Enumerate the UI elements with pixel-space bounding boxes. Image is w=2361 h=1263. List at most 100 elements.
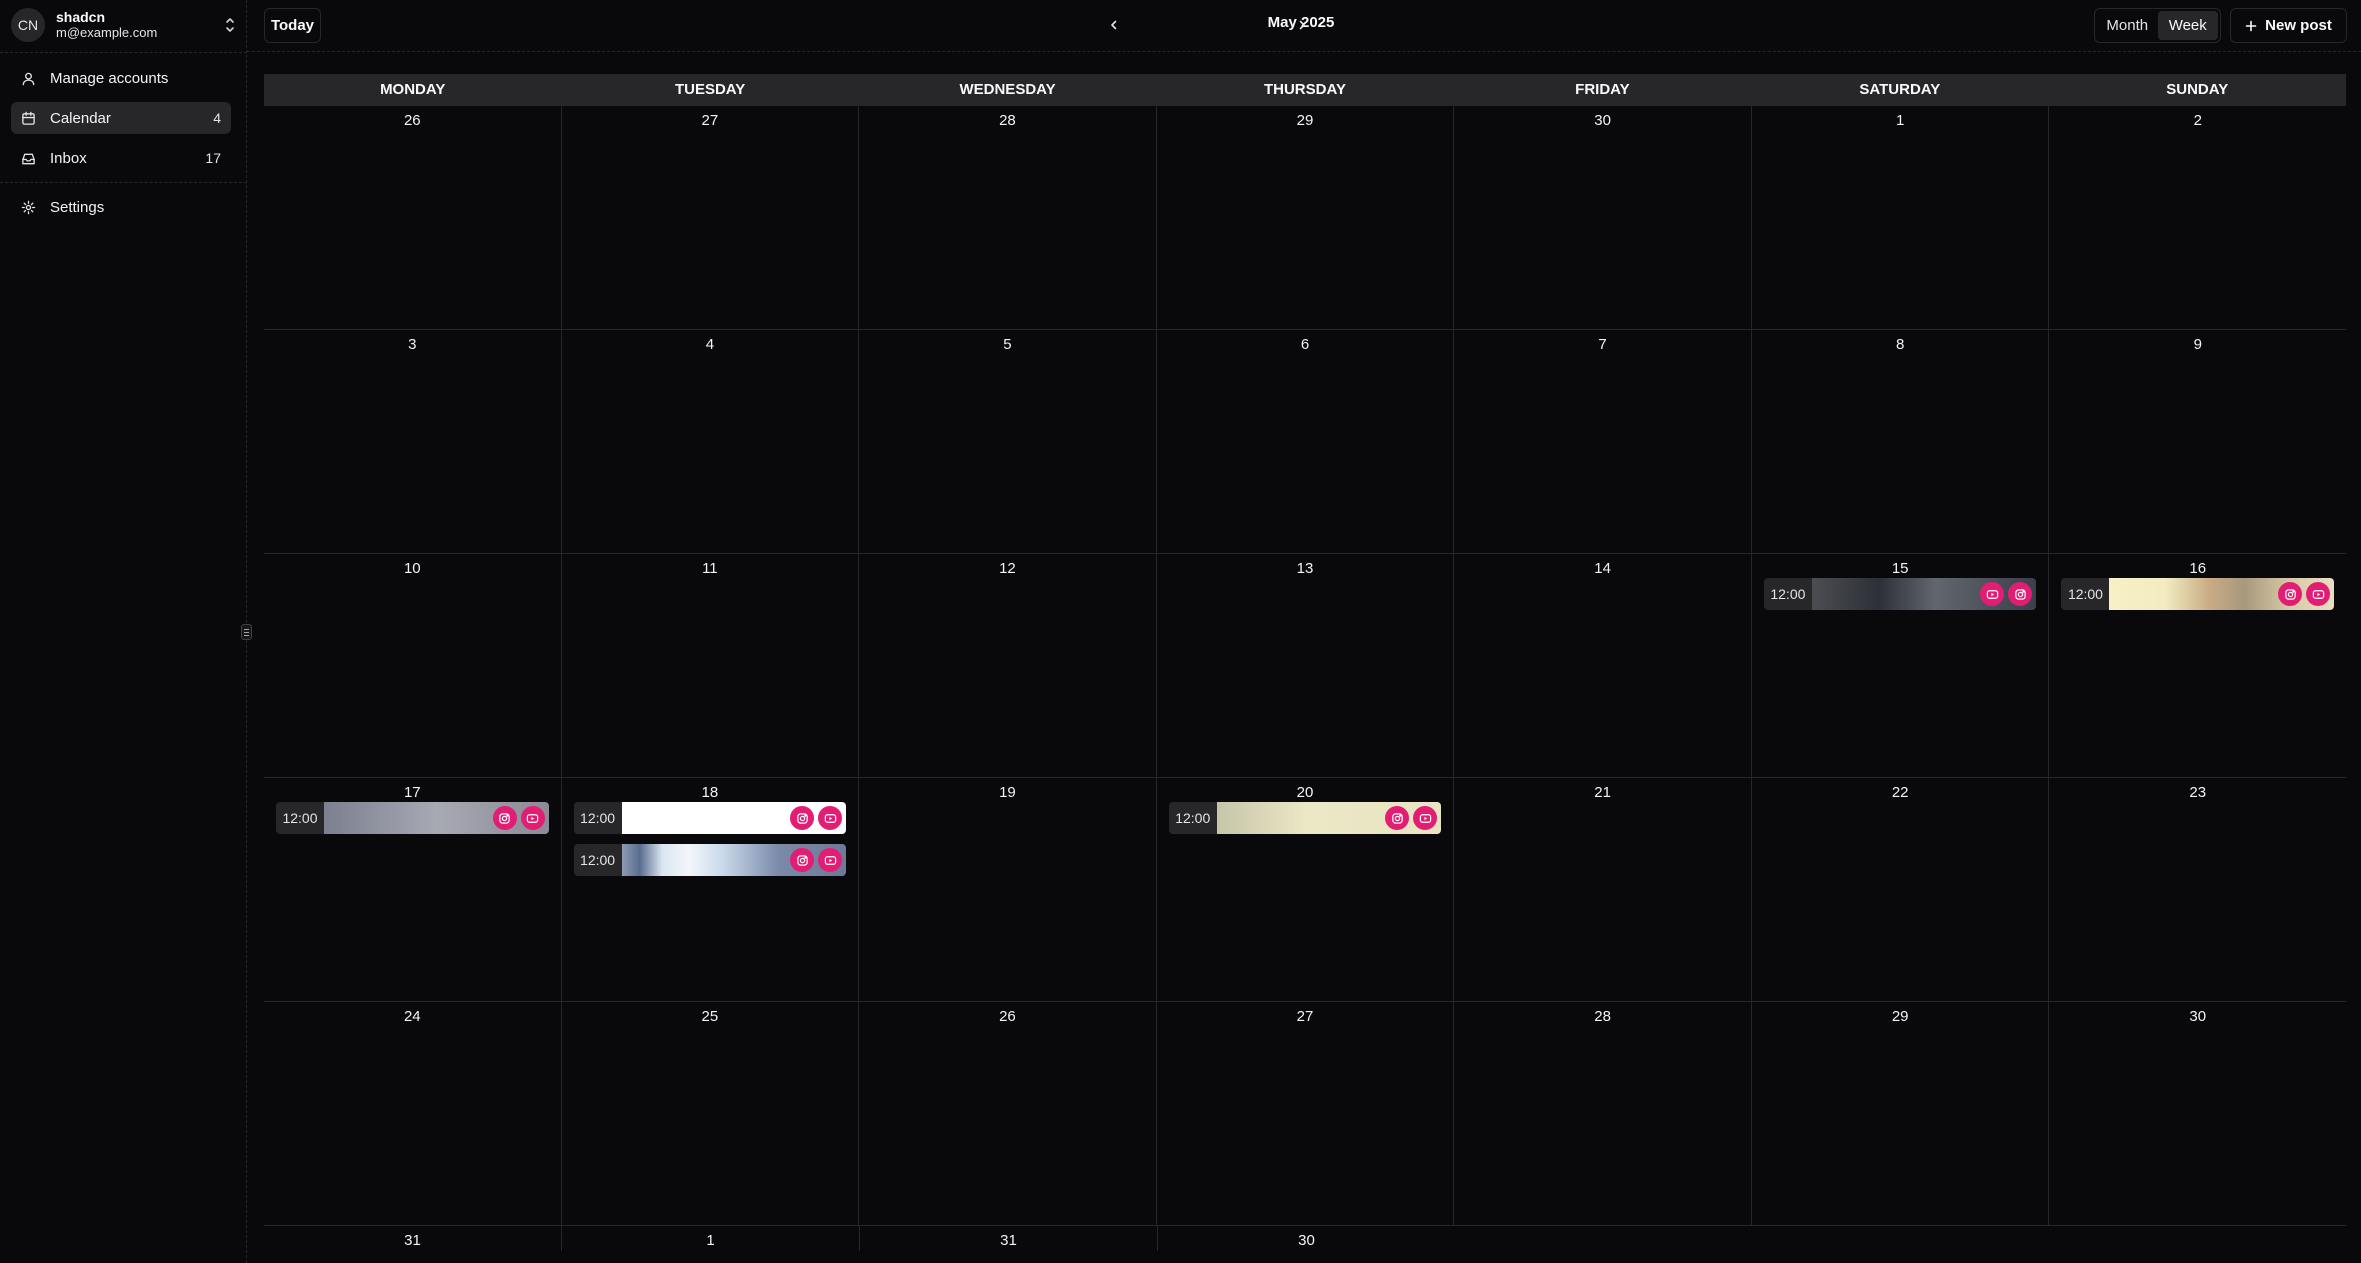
day-number: 20 xyxy=(1296,784,1314,801)
day-cell[interactable]: 14 xyxy=(1453,554,1751,777)
day-cell[interactable]: 19 xyxy=(858,778,1156,1001)
user-icon xyxy=(22,72,35,85)
today-button[interactable]: Today xyxy=(264,8,321,43)
day-cell[interactable]: 23 xyxy=(2048,778,2346,1001)
post-thumbnail xyxy=(1216,802,1442,834)
next-month-button[interactable] xyxy=(1292,14,1312,36)
day-cell[interactable]: 31 xyxy=(264,1226,561,1251)
day-number: 11 xyxy=(702,560,718,577)
day-cell[interactable]: 1 xyxy=(1750,106,2049,329)
day-number: 7 xyxy=(1598,336,1607,353)
weekday-label: TUESDAY xyxy=(674,81,746,98)
day-cell[interactable]: 26 xyxy=(858,1002,1156,1225)
sidebar-item-settings[interactable]: Settings xyxy=(11,191,231,223)
account-switcher[interactable]: CN shadcn m@example.com xyxy=(11,8,237,42)
day-cell[interactable]: 29 xyxy=(1155,106,1454,329)
day-cell[interactable]: 26 xyxy=(264,106,561,329)
day-cell[interactable]: 10 xyxy=(264,554,561,777)
day-number: 27 xyxy=(701,112,719,129)
sidebar-item-manage-accounts[interactable]: Manage accounts xyxy=(11,62,231,94)
view-week-option[interactable]: Week xyxy=(2157,11,2218,40)
youtube-icon xyxy=(1980,582,2005,606)
day-cell[interactable]: 2 xyxy=(2048,106,2346,329)
day-cell[interactable]: 22 xyxy=(1750,778,2049,1001)
calendar-week: 31 1 31 30 xyxy=(264,1225,2346,1251)
scheduled-post[interactable]: 12:00 xyxy=(2061,578,2335,610)
day-cell[interactable]: 30 xyxy=(1453,106,1751,329)
day-cell[interactable]: 16 12:00 xyxy=(2048,554,2346,777)
calendar-icon xyxy=(22,111,35,125)
account-email: m@example.com xyxy=(56,25,158,40)
day-cell[interactable]: 27 xyxy=(1155,1002,1454,1225)
day-number: 18 xyxy=(701,784,719,801)
day-cell[interactable]: 13 xyxy=(1155,554,1454,777)
day-number: 31 xyxy=(404,1232,421,1249)
day-number: 23 xyxy=(2189,784,2207,801)
day-number: 26 xyxy=(403,112,421,129)
youtube-icon xyxy=(2306,582,2331,606)
day-cell[interactable]: 17 12:00 xyxy=(264,778,561,1001)
weekday-label: WEDNESDAY xyxy=(959,81,1056,98)
day-number: 15 xyxy=(1891,560,1909,577)
chevrons-up-down-icon xyxy=(223,16,237,34)
day-cell[interactable]: 27 xyxy=(560,106,859,329)
scheduled-post[interactable]: 12:00 xyxy=(1763,578,2037,610)
weekday-header: MONDAY TUESDAY WEDNESDAY THURSDAY FRIDAY… xyxy=(264,74,2346,105)
day-number: 30 xyxy=(2189,1008,2207,1025)
calendar-week: 10 11 12 13 14 15 12:00 16 12:00 xyxy=(264,553,2346,777)
day-number: 22 xyxy=(1891,784,1909,801)
post-thumbnail xyxy=(621,802,847,834)
day-cell[interactable]: 7 xyxy=(1453,330,1751,553)
day-cell[interactable]: 1 xyxy=(561,1226,859,1251)
day-cell[interactable]: 28 xyxy=(858,106,1156,329)
day-cell[interactable]: 29 xyxy=(1750,1002,2049,1225)
day-cell[interactable]: 28 xyxy=(1453,1002,1751,1225)
inbox-icon xyxy=(22,153,35,164)
new-post-button[interactable]: New post xyxy=(2230,8,2347,43)
day-cell[interactable]: 15 12:00 xyxy=(1750,554,2049,777)
day-number: 26 xyxy=(999,1008,1016,1025)
day-cell[interactable]: 20 12:00 xyxy=(1155,778,1454,1001)
scheduled-post[interactable]: 12:00 xyxy=(276,802,549,834)
day-cell[interactable]: 6 xyxy=(1155,330,1454,553)
scheduled-post[interactable]: 12:00 xyxy=(573,802,847,834)
day-cell[interactable]: 8 xyxy=(1750,330,2049,553)
day-number: 29 xyxy=(1296,112,1314,129)
instagram-icon xyxy=(492,806,517,830)
post-thumbnail xyxy=(621,844,847,876)
sidebar-item-label: Inbox xyxy=(50,149,87,167)
view-month-option[interactable]: Month xyxy=(2097,11,2158,40)
sidebar-resize-handle[interactable] xyxy=(241,624,252,640)
day-cell[interactable]: 30 xyxy=(1157,1226,1455,1251)
day-cell[interactable]: 18 12:00 12:00 xyxy=(560,778,859,1001)
calendar-toolbar: Today May 2025 Month Week New post xyxy=(247,0,2361,52)
scheduled-post[interactable]: 12:00 xyxy=(1168,802,1442,834)
calendar-count-badge: 4 xyxy=(213,110,221,126)
instagram-icon xyxy=(1385,806,1410,830)
day-number: 25 xyxy=(701,1008,719,1025)
day-number: 21 xyxy=(1594,784,1611,801)
day-cell[interactable]: 12 xyxy=(858,554,1156,777)
day-cell[interactable]: 31 xyxy=(859,1226,1157,1251)
day-cell[interactable]: 21 xyxy=(1453,778,1751,1001)
weekday-label: SUNDAY xyxy=(2166,81,2229,98)
scheduled-post[interactable]: 12:00 xyxy=(573,844,847,876)
day-cell[interactable]: 4 xyxy=(560,330,859,553)
sidebar-item-calendar[interactable]: Calendar 4 xyxy=(11,102,231,134)
day-cell[interactable]: 25 xyxy=(560,1002,859,1225)
day-number: 10 xyxy=(403,560,421,577)
day-cell[interactable]: 3 xyxy=(264,330,561,553)
previous-month-button[interactable] xyxy=(1104,14,1124,36)
day-cell[interactable]: 5 xyxy=(858,330,1156,553)
sidebar-item-inbox[interactable]: Inbox 17 xyxy=(11,142,231,174)
day-cell[interactable]: 24 xyxy=(264,1002,561,1225)
day-cell[interactable]: 30 xyxy=(2048,1002,2346,1225)
day-cell[interactable]: 9 xyxy=(2048,330,2346,553)
day-number: 29 xyxy=(1891,1008,1909,1025)
day-number: 1 xyxy=(1896,112,1905,129)
day-cell[interactable]: 11 xyxy=(560,554,859,777)
post-time: 12:00 xyxy=(580,852,616,868)
post-time: 12:00 xyxy=(1175,810,1211,826)
youtube-icon xyxy=(818,848,843,872)
gear-icon xyxy=(21,200,36,214)
